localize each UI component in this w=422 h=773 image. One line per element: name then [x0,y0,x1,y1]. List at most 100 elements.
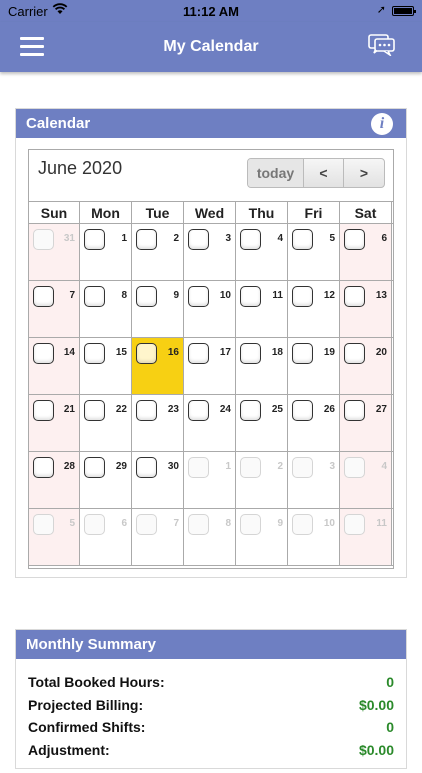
day-checkbox[interactable] [33,457,54,478]
day-checkbox[interactable] [344,400,365,421]
calendar-day[interactable]: 11 [340,509,392,565]
calendar-day[interactable]: 21 [28,395,80,451]
calendar-day[interactable]: 26 [288,395,340,451]
day-number: 26 [323,404,335,415]
calendar-week: 21 22 23 24 25 26 27 [28,395,394,452]
calendar-day[interactable]: 10 [184,281,236,337]
day-number: 29 [115,461,127,472]
day-name-sun: Sun [28,202,80,223]
day-number: 10 [219,290,231,301]
day-checkbox[interactable] [84,514,105,535]
calendar-day[interactable]: 5 [288,224,340,280]
calendar-day[interactable]: 4 [236,224,288,280]
calendar-day[interactable]: 24 [184,395,236,451]
day-checkbox[interactable] [84,229,105,250]
day-checkbox[interactable] [292,514,313,535]
day-checkbox[interactable] [344,229,365,250]
day-checkbox[interactable] [240,229,261,250]
day-checkbox[interactable] [33,286,54,307]
summary-label: Total Booked Hours: [28,674,165,690]
calendar-day[interactable]: 25 [236,395,288,451]
calendar-day[interactable]: 4 [340,452,392,508]
calendar-day[interactable]: 20 [340,338,392,394]
calendar-day-today[interactable]: 16 [132,338,184,394]
calendar-day[interactable]: 27 [340,395,392,451]
calendar-day[interactable]: 31 [28,224,80,280]
calendar-day[interactable]: 5 [28,509,80,565]
prev-month-button[interactable]: < [304,159,344,187]
calendar-day[interactable]: 1 [184,452,236,508]
chat-icon[interactable] [368,34,396,58]
calendar-week: 5 6 7 8 9 10 11 [28,509,394,566]
calendar-week: 28 29 30 1 2 3 4 [28,452,394,509]
day-checkbox[interactable] [188,514,209,535]
calendar-day[interactable]: 11 [236,281,288,337]
day-checkbox[interactable] [240,457,261,478]
calendar-day[interactable]: 2 [236,452,288,508]
calendar-day[interactable]: 29 [80,452,132,508]
calendar-day[interactable]: 8 [184,509,236,565]
calendar-day[interactable]: 3 [184,224,236,280]
calendar-day[interactable]: 1 [80,224,132,280]
day-checkbox[interactable] [292,457,313,478]
day-checkbox[interactable] [33,400,54,421]
day-checkbox[interactable] [136,514,157,535]
calendar-day[interactable]: 8 [80,281,132,337]
day-checkbox[interactable] [188,400,209,421]
calendar-day[interactable]: 18 [236,338,288,394]
summary-list: Total Booked Hours: 0 Projected Billing: $0… [16,659,406,773]
day-name-thu: Thu [236,202,288,223]
day-checkbox[interactable] [33,229,54,250]
calendar-day[interactable]: 7 [28,281,80,337]
calendar-day[interactable]: 10 [288,509,340,565]
day-checkbox[interactable] [136,343,157,364]
day-checkbox[interactable] [344,343,365,364]
calendar-day[interactable]: 7 [132,509,184,565]
day-checkbox[interactable] [344,457,365,478]
day-checkbox[interactable] [136,229,157,250]
day-checkbox[interactable] [188,229,209,250]
info-icon[interactable]: i [371,113,393,135]
calendar-day[interactable]: 28 [28,452,80,508]
day-checkbox[interactable] [33,514,54,535]
day-checkbox[interactable] [136,286,157,307]
calendar-day[interactable]: 22 [80,395,132,451]
calendar-day[interactable]: 9 [236,509,288,565]
day-checkbox[interactable] [344,514,365,535]
day-checkbox[interactable] [33,343,54,364]
calendar-day[interactable]: 13 [340,281,392,337]
day-checkbox[interactable] [136,457,157,478]
calendar-day[interactable]: 9 [132,281,184,337]
calendar-day[interactable]: 3 [288,452,340,508]
calendar-day[interactable]: 14 [28,338,80,394]
calendar-day[interactable]: 6 [340,224,392,280]
calendar-day[interactable]: 2 [132,224,184,280]
day-checkbox[interactable] [188,457,209,478]
day-checkbox[interactable] [84,343,105,364]
day-checkbox[interactable] [292,400,313,421]
day-checkbox[interactable] [240,286,261,307]
day-checkbox[interactable] [240,400,261,421]
day-checkbox[interactable] [188,286,209,307]
day-checkbox[interactable] [344,286,365,307]
day-checkbox[interactable] [292,229,313,250]
calendar-day[interactable]: 23 [132,395,184,451]
day-checkbox[interactable] [292,286,313,307]
day-checkbox[interactable] [84,457,105,478]
calendar-day[interactable]: 19 [288,338,340,394]
day-checkbox[interactable] [292,343,313,364]
calendar-day[interactable]: 12 [288,281,340,337]
next-month-button[interactable]: > [344,159,384,187]
calendar-day[interactable]: 17 [184,338,236,394]
day-checkbox[interactable] [84,286,105,307]
day-number: 2 [277,461,283,472]
calendar-day[interactable]: 15 [80,338,132,394]
day-checkbox[interactable] [136,400,157,421]
calendar-day[interactable]: 6 [80,509,132,565]
day-checkbox[interactable] [188,343,209,364]
today-button[interactable]: today [248,159,304,187]
day-checkbox[interactable] [240,514,261,535]
day-checkbox[interactable] [84,400,105,421]
day-checkbox[interactable] [240,343,261,364]
calendar-day[interactable]: 30 [132,452,184,508]
